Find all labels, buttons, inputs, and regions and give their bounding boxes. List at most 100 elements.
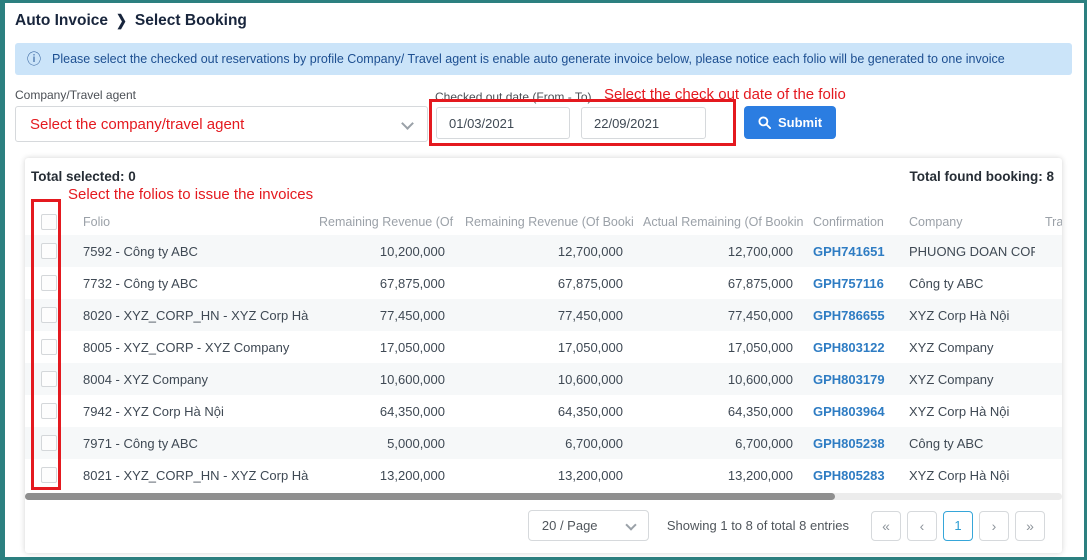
breadcrumb: Auto Invoice ❯ Select Booking [15, 12, 1072, 30]
rr-booking-cell: 12,700,000 [455, 244, 633, 259]
pagination-summary: Showing 1 to 8 of total 8 entries [667, 518, 849, 533]
select-all-checkbox[interactable] [41, 214, 57, 230]
breadcrumb-parent[interactable]: Auto Invoice [15, 12, 108, 30]
rr-folio-cell: 13,200,000 [309, 468, 455, 483]
company-cell: PHUONG DOAN CORP [899, 244, 1035, 259]
actual-remaining-cell: 13,200,000 [633, 468, 803, 483]
info-icon: ⓘ [27, 52, 41, 66]
actual-remaining-cell: 77,450,000 [633, 308, 803, 323]
auto-invoice-page: { "breadcrumb": { "parent": "Auto Invoic… [0, 0, 1087, 560]
actual-remaining-cell: 6,700,000 [633, 436, 803, 451]
col-header-remaining-revenue-booking: Remaining Revenue (Of Booking) [455, 215, 633, 229]
horizontal-scrollbar[interactable] [25, 493, 1062, 500]
folio-cell: 8005 - XYZ_CORP - XYZ Company [73, 340, 309, 355]
bookings-table: Folio Remaining Revenue (Of Folio) Remai… [25, 209, 1062, 491]
company-agent-label: Company/Travel agent [15, 88, 136, 102]
actual-remaining-cell: 17,050,000 [633, 340, 803, 355]
folio-cell: 7732 - Công ty ABC [73, 276, 309, 291]
chevron-right-icon: ❯ [116, 12, 127, 30]
company-cell: XYZ Corp Hà Nội [899, 308, 1035, 323]
confirmation-link[interactable]: GPH741651 [813, 244, 885, 259]
table-row: 7971 - Công ty ABC 5,000,000 6,700,000 6… [25, 427, 1062, 459]
table-row: 8004 - XYZ Company 10,600,000 10,600,000… [25, 363, 1062, 395]
confirmation-link[interactable]: GPH803179 [813, 372, 885, 387]
table-row: 7732 - Công ty ABC 67,875,000 67,875,000… [25, 267, 1062, 299]
rr-booking-cell: 6,700,000 [455, 436, 633, 451]
date-from-input[interactable]: 01/03/2021 [436, 107, 570, 139]
row-checkbox[interactable] [41, 339, 57, 355]
table-row: 7592 - Công ty ABC 10,200,000 12,700,000… [25, 235, 1062, 267]
chevron-down-icon [401, 117, 414, 130]
confirmation-link[interactable]: GPH757116 [813, 276, 884, 291]
scrollbar-thumb[interactable] [25, 493, 835, 500]
confirmation-link[interactable]: GPH803122 [813, 340, 885, 355]
folio-cell: 8021 - XYZ_CORP_HN - XYZ Corp Hà Nội [73, 468, 309, 483]
col-header-remaining-revenue-folio: Remaining Revenue (Of Folio) [309, 215, 455, 229]
info-banner-text: Please select the checked out reservatio… [52, 52, 1005, 66]
row-checkbox[interactable] [41, 403, 57, 419]
confirmation-link[interactable]: GPH805283 [813, 468, 885, 483]
company-cell: Công ty ABC [899, 436, 1035, 451]
date-to-input[interactable]: 22/09/2021 [581, 107, 706, 139]
actual-remaining-cell: 67,875,000 [633, 276, 803, 291]
search-icon [758, 116, 771, 129]
actual-remaining-cell: 10,600,000 [633, 372, 803, 387]
rr-booking-cell: 77,450,000 [455, 308, 633, 323]
page-size-select[interactable]: 20 / Page [528, 510, 649, 541]
company-agent-placeholder: Select the company/travel agent [30, 116, 244, 133]
last-page-button[interactable]: » [1015, 511, 1045, 541]
row-checkbox[interactable] [41, 307, 57, 323]
page-1-button[interactable]: 1 [943, 511, 973, 541]
company-cell: XYZ Company [899, 340, 1035, 355]
rr-folio-cell: 10,200,000 [309, 244, 455, 259]
total-selected: Total selected: 0 [31, 169, 136, 184]
next-page-button[interactable]: › [979, 511, 1009, 541]
actual-remaining-cell: 12,700,000 [633, 244, 803, 259]
col-header-actual-remaining: Actual Remaining (Of Booking) [633, 215, 803, 229]
confirmation-link[interactable]: GPH805238 [813, 436, 885, 451]
rr-folio-cell: 5,000,000 [309, 436, 455, 451]
confirmation-link[interactable]: GPH803964 [813, 404, 885, 419]
col-header-confirmation: Confirmation [803, 215, 899, 229]
total-found-booking: Total found booking: 8 [910, 169, 1054, 184]
row-checkbox[interactable] [41, 275, 57, 291]
row-checkbox[interactable] [41, 371, 57, 387]
row-checkbox[interactable] [41, 467, 57, 483]
rr-booking-cell: 17,050,000 [455, 340, 633, 355]
chevron-down-icon [625, 519, 636, 530]
folio-cell: 7592 - Công ty ABC [73, 244, 309, 259]
table-row: 8005 - XYZ_CORP - XYZ Company 17,050,000… [25, 331, 1062, 363]
company-cell: XYZ Corp Hà Nội [899, 404, 1035, 419]
company-cell: Công ty ABC [899, 276, 1035, 291]
table-row: 8020 - XYZ_CORP_HN - XYZ Corp Hà Nội 77,… [25, 299, 1062, 331]
folio-cell: 7942 - XYZ Corp Hà Nội [73, 404, 309, 419]
rr-folio-cell: 67,875,000 [309, 276, 455, 291]
rr-booking-cell: 10,600,000 [455, 372, 633, 387]
col-header-folio: Folio [73, 215, 309, 229]
submit-label: Submit [778, 115, 822, 130]
rr-booking-cell: 67,875,000 [455, 276, 633, 291]
company-agent-select[interactable]: Select the company/travel agent [15, 106, 428, 142]
filter-bar: Company/Travel agent Select the company/… [15, 86, 1072, 148]
row-checkbox[interactable] [41, 435, 57, 451]
folio-cell: 8004 - XYZ Company [73, 372, 309, 387]
page-size-value: 20 / Page [542, 518, 598, 533]
confirmation-link[interactable]: GPH786655 [813, 308, 885, 323]
col-header-company: Company [899, 215, 1035, 229]
folio-cell: 7971 - Công ty ABC [73, 436, 309, 451]
results-card: Total selected: 0 Total found booking: 8… [25, 158, 1062, 553]
submit-button[interactable]: Submit [744, 106, 836, 139]
col-header-travel-agent: Travel agent [1035, 215, 1062, 229]
first-page-button[interactable]: « [871, 511, 901, 541]
card-header: Total selected: 0 Total found booking: 8 [25, 158, 1062, 184]
rr-folio-cell: 77,450,000 [309, 308, 455, 323]
rr-folio-cell: 17,050,000 [309, 340, 455, 355]
page-title: Select Booking [135, 12, 247, 30]
rr-folio-cell: 10,600,000 [309, 372, 455, 387]
prev-page-button[interactable]: ‹ [907, 511, 937, 541]
table-row: 8021 - XYZ_CORP_HN - XYZ Corp Hà Nội 13,… [25, 459, 1062, 491]
annotation-folio-note: Select the folios to issue the invoices [68, 186, 313, 203]
rr-folio-cell: 64,350,000 [309, 404, 455, 419]
actual-remaining-cell: 64,350,000 [633, 404, 803, 419]
row-checkbox[interactable] [41, 243, 57, 259]
